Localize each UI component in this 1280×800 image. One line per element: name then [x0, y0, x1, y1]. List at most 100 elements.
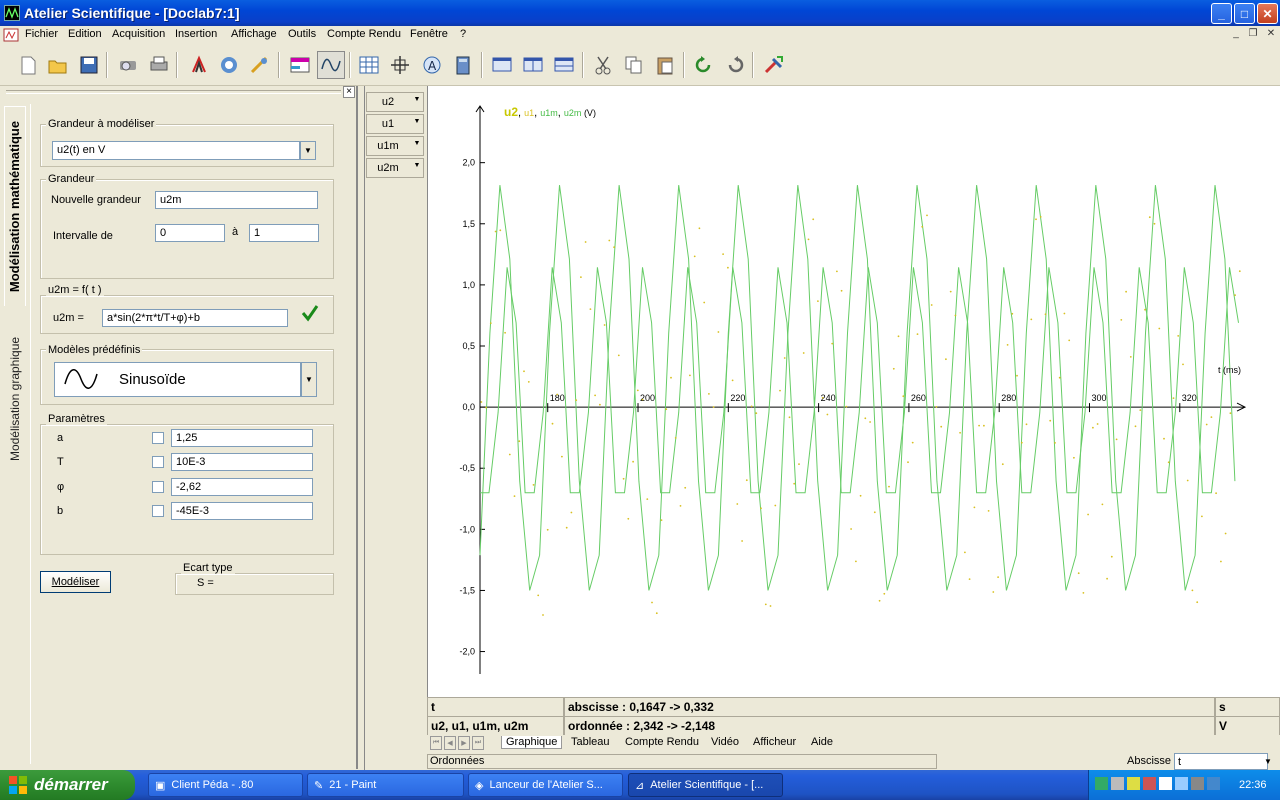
curve-item-u1m[interactable]: u1m ▼ — [366, 136, 424, 156]
menu-fichier[interactable]: Fichier — [25, 28, 58, 40]
menu-fenetre[interactable]: Fenêtre — [410, 28, 448, 40]
text-annotation-icon[interactable]: A — [418, 51, 446, 79]
data-table-icon[interactable] — [286, 51, 314, 79]
grandeur-select[interactable]: u2(t) en V — [52, 141, 300, 160]
tab-aide[interactable]: Aide — [811, 736, 833, 748]
param-value-input[interactable]: 1,25 — [171, 429, 313, 447]
curve-item-u2[interactable]: u2 ▼ — [366, 92, 424, 112]
curve-item-u2m[interactable]: u2m ▼ — [366, 158, 424, 178]
menu-help[interactable]: ? — [460, 28, 466, 40]
first-tab-icon[interactable]: ⏮ — [430, 736, 442, 750]
prev-tab-icon[interactable]: ◀ — [444, 736, 456, 750]
chevron-down-icon[interactable]: ▼ — [301, 362, 317, 397]
modeliser-button[interactable]: Modéliser — [40, 571, 111, 593]
chevron-down-icon[interactable]: ▼ — [300, 141, 316, 160]
tab-graphique[interactable]: Graphique — [501, 736, 563, 749]
series-u2-point — [1110, 555, 1113, 558]
copy-icon[interactable] — [620, 51, 648, 79]
graph-area[interactable]: 2,0 1,5 1,0 0,5 0,0 -0,5 -1,0 -1,5 -2,0 180 200 220… — [427, 86, 1280, 697]
tab-tableau[interactable]: Tableau — [571, 736, 610, 748]
series-u2-point — [1129, 356, 1132, 358]
cut-icon[interactable] — [589, 51, 617, 79]
window-layout-1-icon[interactable] — [488, 51, 516, 79]
param-value-input[interactable]: -45E-3 — [171, 502, 313, 520]
app-icon[interactable] — [4, 5, 20, 21]
tab-afficheur[interactable]: Afficheur — [753, 736, 796, 748]
keyboard-icon[interactable] — [1191, 777, 1204, 790]
start-button[interactable]: démarrer — [0, 770, 135, 800]
intervalle-to-input[interactable]: 1 — [249, 224, 319, 242]
taskbar-task[interactable]: ▣ Client Péda - .80 — [148, 773, 303, 797]
mdi-restore-button[interactable]: ❐ — [1245, 28, 1261, 42]
maximize-button[interactable]: □ — [1234, 3, 1255, 24]
tools-icon[interactable] — [760, 51, 788, 79]
chevron-down-icon[interactable]: ▼ — [411, 140, 423, 147]
antivirus-icon[interactable] — [1143, 777, 1156, 790]
next-tab-icon[interactable]: ▶ — [458, 736, 470, 750]
minimize-button[interactable]: _ — [1211, 3, 1232, 24]
tab-modelisation-mathematique[interactable]: Modélisation mathématique — [4, 106, 26, 306]
monitor-icon[interactable] — [1111, 777, 1124, 790]
menu-insertion[interactable]: Insertion — [175, 28, 217, 40]
menu-edition[interactable]: Edition — [68, 28, 102, 40]
taskbar-task[interactable]: ◈ Lanceur de l'Atelier S... — [468, 773, 623, 797]
menu-outils[interactable]: Outils — [288, 28, 316, 40]
printer-icon[interactable] — [1207, 777, 1220, 790]
modeling-icon[interactable] — [317, 51, 345, 79]
print-preview-icon[interactable] — [114, 51, 142, 79]
chevron-down-icon[interactable]: ▼ — [1264, 757, 1272, 766]
param-value-input[interactable]: 10E-3 — [171, 453, 313, 471]
param-value-input[interactable]: -2,62 — [171, 478, 313, 496]
panel-close-button[interactable]: × — [343, 86, 355, 98]
close-button[interactable]: ✕ — [1257, 3, 1278, 24]
param-lock-checkbox[interactable] — [152, 456, 164, 468]
param-lock-checkbox[interactable] — [152, 481, 164, 493]
print-icon[interactable] — [145, 51, 173, 79]
undo-icon[interactable] — [690, 51, 718, 79]
chevron-down-icon[interactable]: ▼ — [411, 118, 423, 125]
document-icon[interactable] — [3, 27, 19, 43]
acquisition-icon[interactable] — [185, 51, 213, 79]
equation-input[interactable]: a*sin(2*π*t/T+φ)+b — [102, 309, 288, 327]
param-lock-checkbox[interactable] — [152, 505, 164, 517]
calculator-icon[interactable] — [449, 51, 477, 79]
tab-video[interactable]: Vidéo — [711, 736, 739, 748]
redo-icon[interactable] — [721, 51, 749, 79]
display-icon[interactable] — [1175, 777, 1188, 790]
check-icon[interactable] — [301, 304, 319, 322]
tab-compte-rendu[interactable]: Compte Rendu — [625, 736, 699, 748]
param-lock-checkbox[interactable] — [152, 432, 164, 444]
nouvelle-grandeur-input[interactable]: u2m — [155, 191, 318, 209]
mdi-close-button[interactable]: ✕ — [1263, 28, 1279, 42]
series-u2-point — [873, 511, 876, 514]
save-icon[interactable] — [75, 51, 103, 79]
crosshair-icon[interactable] — [386, 51, 414, 79]
chevron-down-icon[interactable]: ▼ — [411, 162, 423, 169]
abscisse-select[interactable]: t — [1174, 753, 1268, 770]
tab-modelisation-graphique[interactable]: Modélisation graphique — [4, 316, 26, 481]
series-u2-point — [513, 495, 516, 497]
menu-affichage[interactable]: Affichage — [231, 28, 277, 40]
new-file-icon[interactable] — [14, 51, 42, 79]
signal-chart[interactable]: 2,01,51,00,50,0-0,5-1,0-1,5-2,0180 200 220… — [428, 86, 1280, 697]
mdi-minimize-button[interactable]: _ — [1228, 28, 1244, 42]
last-tab-icon[interactable]: ⏭ — [472, 736, 484, 750]
security-icon[interactable] — [1127, 777, 1140, 790]
curve-item-u1[interactable]: u1 ▼ — [366, 114, 424, 134]
taskbar-task[interactable]: ✎ 21 - Paint — [307, 773, 464, 797]
network-icon[interactable] — [1095, 777, 1108, 790]
chevron-down-icon[interactable]: ▼ — [411, 96, 423, 103]
menu-acquisition[interactable]: Acquisition — [112, 28, 165, 40]
grid-icon[interactable] — [355, 51, 383, 79]
menu-bar: Fichier Edition Acquisition Insertion Af… — [0, 26, 1280, 45]
intervalle-from-input[interactable]: 0 — [155, 224, 225, 242]
menu-compte-rendu[interactable]: Compte Rendu — [327, 28, 401, 40]
open-folder-icon[interactable] — [44, 51, 72, 79]
volume-icon[interactable] — [1159, 777, 1172, 790]
calculator-tool-icon[interactable] — [246, 51, 274, 79]
paste-icon[interactable] — [651, 51, 679, 79]
sensor-icon[interactable] — [215, 51, 243, 79]
window-layout-3-icon[interactable] — [550, 51, 578, 79]
window-layout-2-icon[interactable] — [519, 51, 547, 79]
taskbar-task-active[interactable]: ⊿ Atelier Scientifique - [... — [628, 773, 783, 797]
